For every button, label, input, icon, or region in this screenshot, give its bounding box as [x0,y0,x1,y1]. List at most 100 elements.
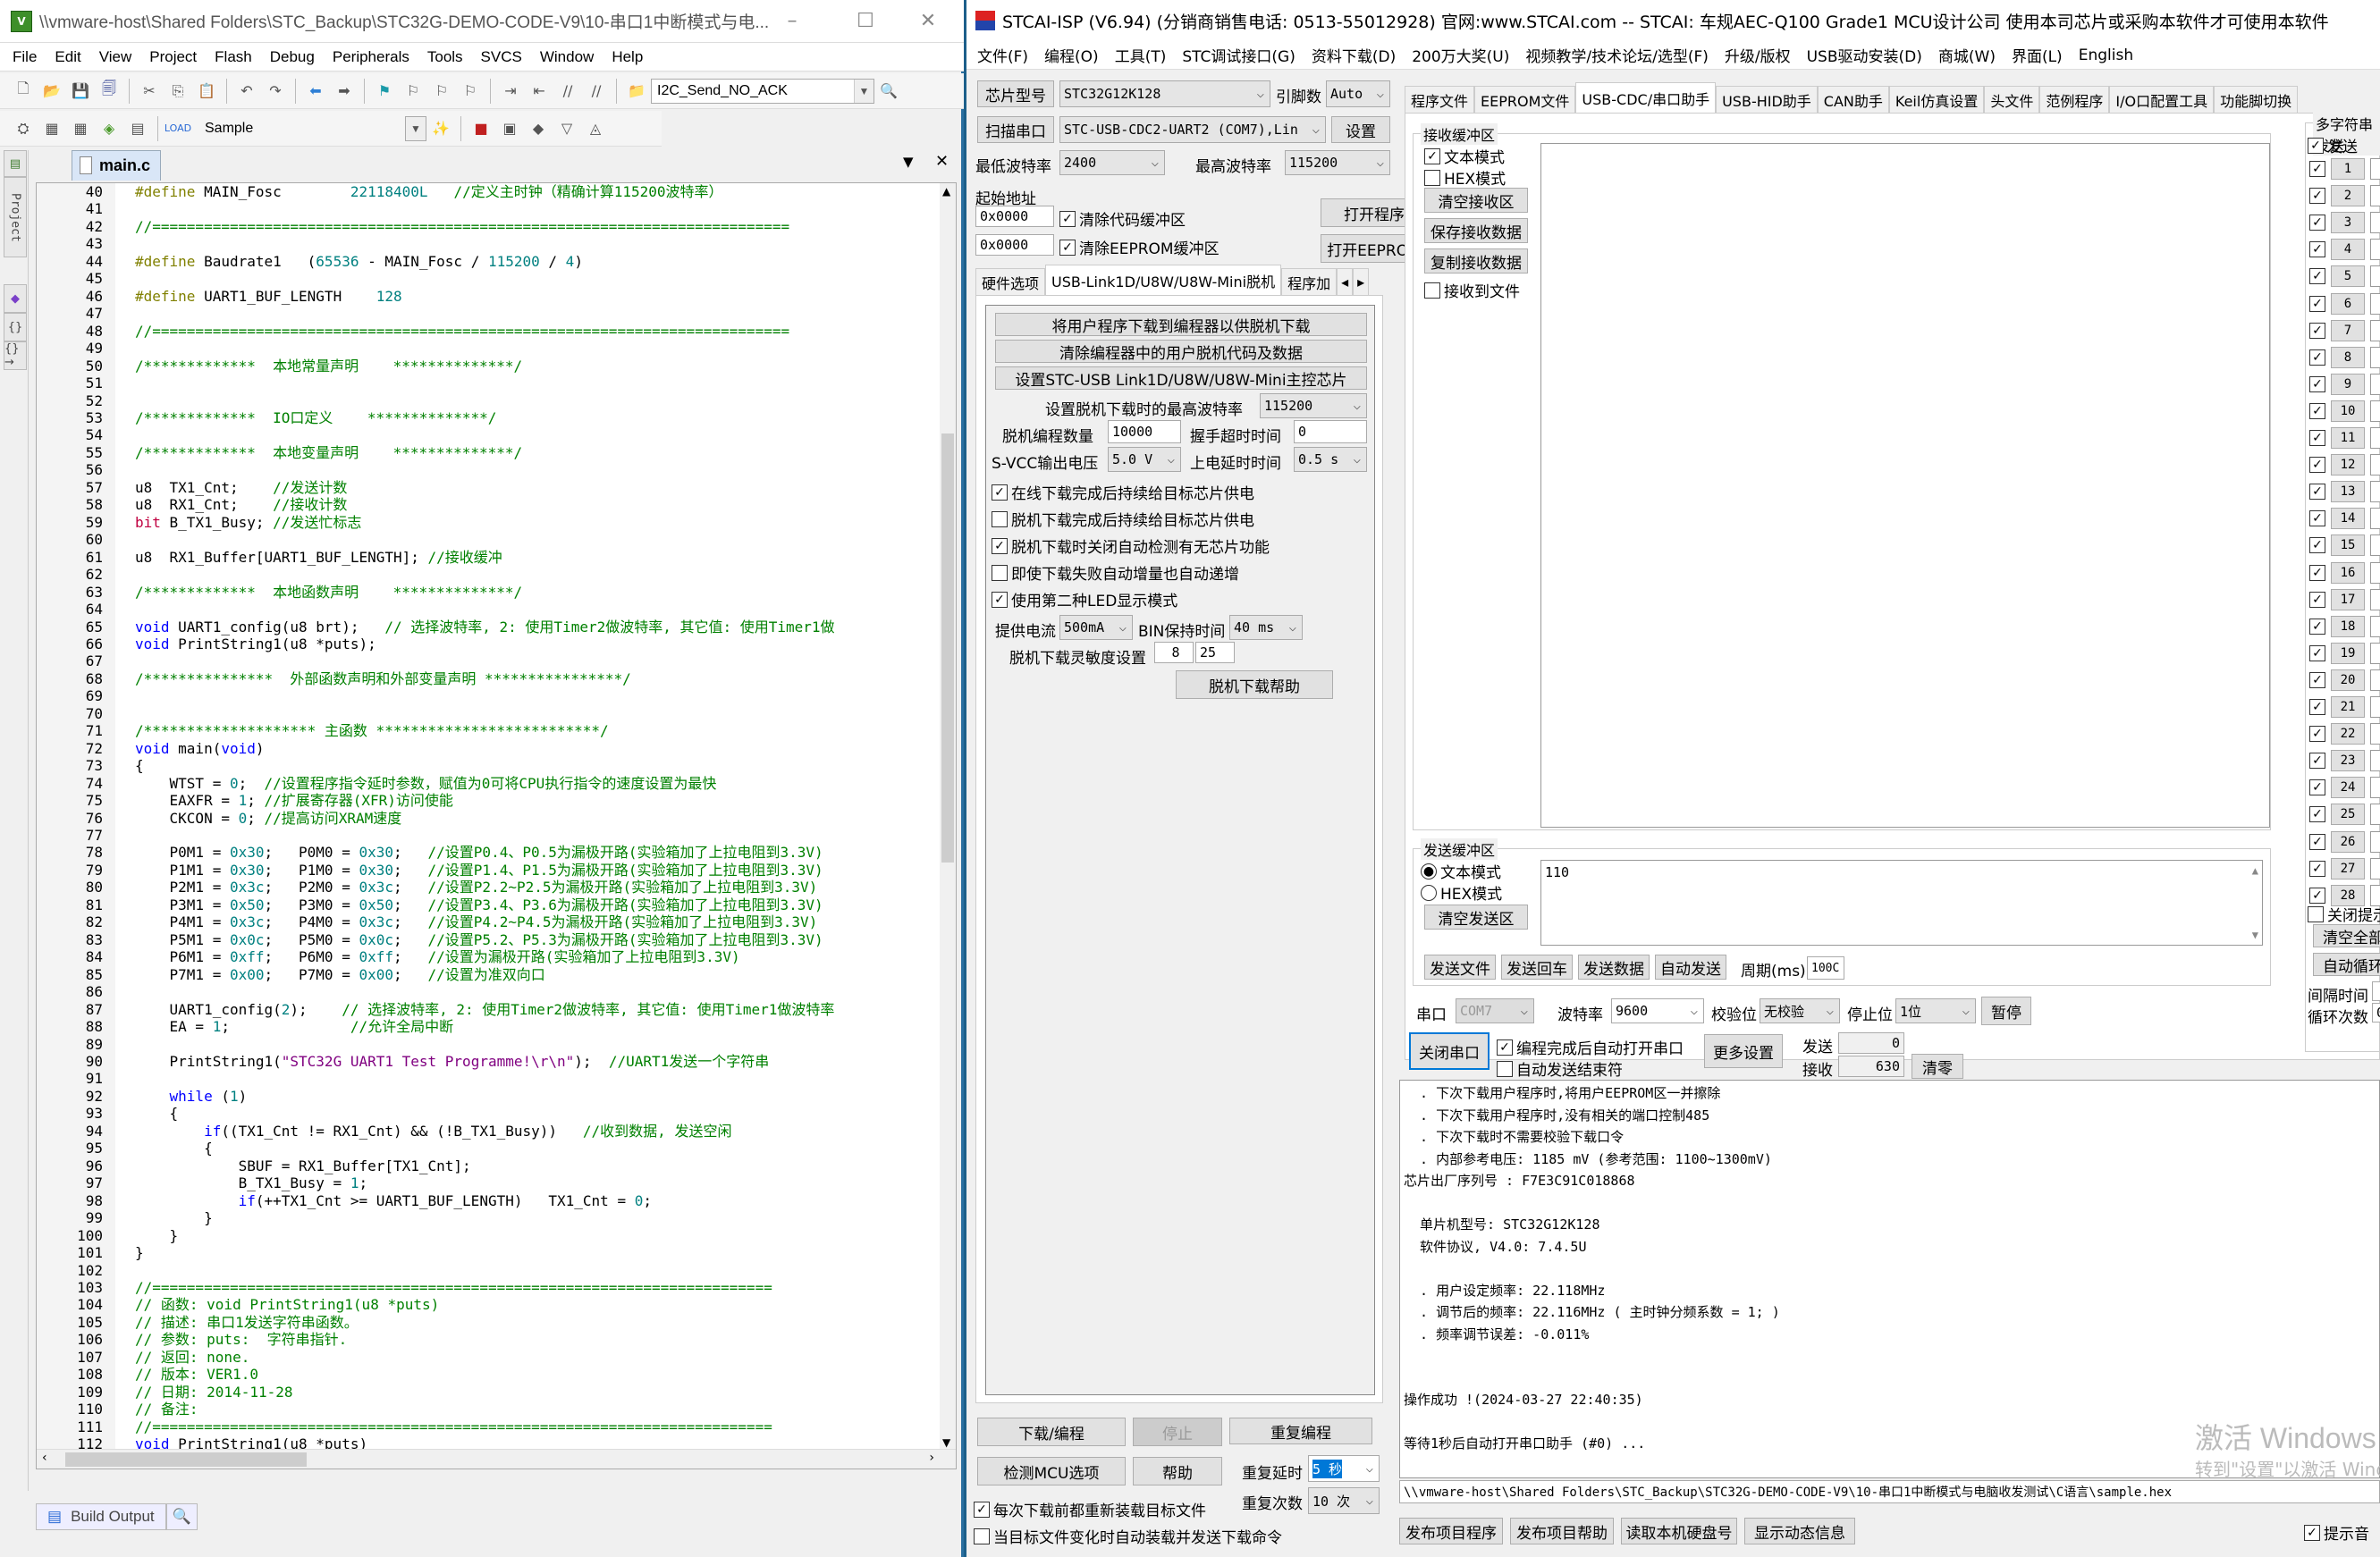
find-in-files-icon[interactable]: 📁 [626,80,647,102]
checkbox-checked-icon[interactable]: ✓ [2309,268,2325,285]
offline-option-checkbox[interactable]: ✓ 脱机下载时关闭自动检测有无芯片功能 [992,534,1270,557]
code-line[interactable]: 41 [37,200,931,218]
code-line[interactable]: 90 PrintString1("STC32G UART1 Test Progr… [37,1053,931,1071]
code-area[interactable]: 40 #define MAIN_Fosc 22118400L //定义主时钟（精确… [37,183,947,1451]
repeat-count-select[interactable]: 10 次 [1308,1487,1380,1514]
code-line[interactable]: 76 CKCON = 0; //提高访问XRAM速度 [37,810,931,828]
multi-send-button[interactable]: 13 [2331,481,2365,503]
clear-programmer-button[interactable]: 清除编程器中的用户脱机代码及数据 [995,340,1367,363]
multi-send-button[interactable]: 19 [2331,642,2365,664]
multi-string-input[interactable] [2370,265,2380,288]
code-line[interactable]: 45 [37,270,931,288]
multi-send-button[interactable]: 21 [2331,696,2365,718]
project-window-icon[interactable]: ▤ [4,150,27,177]
scan-port-button[interactable]: 扫描串口 [977,116,1054,143]
hscrollbar-thumb[interactable] [65,1452,307,1467]
cut-icon[interactable]: ✂ [139,80,160,102]
code-line[interactable]: 87 UART1_config(2); // 选择波特率, 2: 使用Timer… [37,1001,931,1019]
offline-max-baud-select[interactable]: 115200 [1260,393,1367,418]
code-start-address-input[interactable]: 0x0000 [975,206,1054,227]
uncomment-icon[interactable]: // [586,80,607,102]
code-line[interactable]: 107 // 返回: none. [37,1349,931,1367]
find-combo[interactable]: I2C_Send_NO_ACK ▼ [651,78,874,104]
code-line[interactable]: 61 u8 RX1_Buffer[UART1_BUF_LENGTH]; //接收缓… [37,549,931,567]
file-path-field[interactable]: \\vmware-host\Shared Folders\STC_Backup\… [1399,1480,2380,1503]
isp-menu-english[interactable]: English [2079,46,2133,64]
tab-scroll-left-icon[interactable]: ◂ [1337,268,1354,295]
scrollbar-thumb[interactable] [941,433,954,863]
multi-string-input[interactable] [2370,346,2380,368]
rebuild-icon[interactable]: ▦ [70,118,91,139]
copy-icon[interactable]: ⎘ [167,80,189,102]
checkbox-checked-icon[interactable]: ✓ [2309,402,2325,419]
menu-file[interactable]: File [13,48,37,66]
load-download-icon[interactable]: LOAD [165,118,191,139]
isp-menu-video[interactable]: 视频教学/技术论坛/选型(F) [1525,44,1709,66]
code-line[interactable]: 80 P2M1 = 0x3c; P2M0 = 0x3c; //设置P2.2~P2… [37,879,931,896]
checkbox-checked-icon[interactable]: ✓ [2309,510,2325,527]
detect-mcu-button[interactable]: 检测MCU选项 [977,1457,1126,1485]
offline-option-checkbox[interactable]: 脱机下载完成后持续给目标芯片供电 [992,508,1254,530]
code-line[interactable]: 89 [37,1036,931,1054]
close-button[interactable]: ✕ [903,5,953,36]
multi-send-button[interactable]: 14 [2331,508,2365,530]
multi-send-button[interactable]: 11 [2331,427,2365,449]
nav-back-icon[interactable]: ⬅ [305,80,326,102]
eeprom-start-address-input[interactable]: 0x0000 [975,234,1054,256]
checkbox-checked-icon[interactable]: ✓ [2309,322,2325,339]
code-line[interactable]: 51 [37,375,931,392]
build-output-tab[interactable]: ▤ Build Output [36,1503,166,1530]
multi-send-button[interactable]: 4 [2331,239,2365,261]
right-tab[interactable]: USB-CDC/串口助手 [1575,82,1717,113]
isp-menu-usb-driver[interactable]: USB驱动安装(D) [1807,44,1922,66]
menu-svcs[interactable]: SVCS [481,48,522,66]
code-line[interactable]: 49 [37,340,931,358]
multi-send-button[interactable]: 26 [2331,830,2365,853]
code-line[interactable]: 83 P5M1 = 0x0c; P5M0 = 0x0c; //设置P5.2、P5… [37,931,931,949]
code-line[interactable]: 98 if(++TX1_Cnt >= UART1_BUF_LENGTH) TX1… [37,1192,931,1210]
code-line[interactable]: 75 EAXFR = 1; //扩展寄存器(XFR)访问使能 [37,792,931,810]
menu-view[interactable]: View [99,48,132,66]
scroll-right-icon[interactable]: › [929,1451,934,1465]
code-line[interactable]: 95 { [37,1140,931,1157]
stop-bits-select[interactable]: 1位 [1895,998,1976,1023]
unindent-icon[interactable]: ⇤ [528,80,550,102]
multi-send-button[interactable]: 16 [2331,561,2365,584]
code-line[interactable]: 97 B_TX1_Busy = 1; [37,1174,931,1192]
target-dropdown[interactable]: ▼ [405,115,426,141]
code-line[interactable]: 91 [37,1070,931,1088]
bookmark-icon[interactable]: ⚑ [374,80,395,102]
code-line[interactable]: 106 // 参数: puts: 字符串指针. [37,1331,931,1349]
clear-eeprom-buffer-checkbox[interactable]: ✓ 清除EEPROM缓冲区 [1059,236,1220,258]
chip-type-select[interactable]: STC32G12K128 [1059,80,1270,107]
code-line[interactable]: 93 { [37,1105,931,1123]
clear-receive-button[interactable]: 清空接收区 [1424,188,1528,213]
multi-string-input[interactable] [2370,508,2380,530]
svcc-voltage-select[interactable]: 5.0 V [1108,447,1181,472]
code-line[interactable]: 104 // 函数: void PrintString1(u8 *puts) [37,1296,931,1314]
recv-text-mode-checkbox[interactable]: ✓ 文本模式 [1424,145,1505,167]
open-folder-icon[interactable]: 📂 [41,80,63,102]
send-hex-mode-radio[interactable]: HEX模式 [1421,881,1502,904]
code-line[interactable]: 64 [37,601,931,619]
code-line[interactable]: 65 void UART1_config(u8 brt); // 选择波特率, 2… [37,619,931,636]
code-line[interactable]: 57 u8 TX1_Cnt; //发送计数 [37,479,931,497]
auto-load-checkbox[interactable]: 当目标文件变化时自动装载并发送下载命令 [974,1525,1282,1547]
minimize-button[interactable]: – [767,5,817,36]
checkbox-checked-icon[interactable]: ✓ [2309,241,2325,258]
code-line[interactable]: 74 WTST = 0; //设置程序指令延时参数，赋值为0可将CPU执行指令的… [37,775,931,793]
save-receive-button[interactable]: 保存接收数据 [1424,218,1528,243]
scroll-left-icon[interactable]: ‹ [42,1451,47,1465]
code-line[interactable]: 88 EA = 1; //允许全局中断 [37,1018,931,1036]
download-to-programmer-button[interactable]: 将用户程序下载到编程器以供脱机下载 [995,313,1367,336]
checkbox-checked-icon[interactable]: ✓ [2309,484,2325,501]
target-options-icon[interactable]: ✨ [430,118,452,139]
multi-string-input[interactable] [2370,481,2380,503]
multi-string-input[interactable] [2370,239,2380,261]
checkbox-checked-icon[interactable]: ✓ [2309,779,2325,796]
close-serial-button[interactable]: 关闭串口 [1409,1032,1490,1070]
multi-send-button[interactable]: 18 [2331,615,2365,637]
pause-button[interactable]: 暂停 [1981,997,2031,1025]
checkbox-checked-icon[interactable]: ✓ [2309,188,2325,205]
auto-loop-send-button[interactable]: 自动循环发送 [2313,953,2380,976]
